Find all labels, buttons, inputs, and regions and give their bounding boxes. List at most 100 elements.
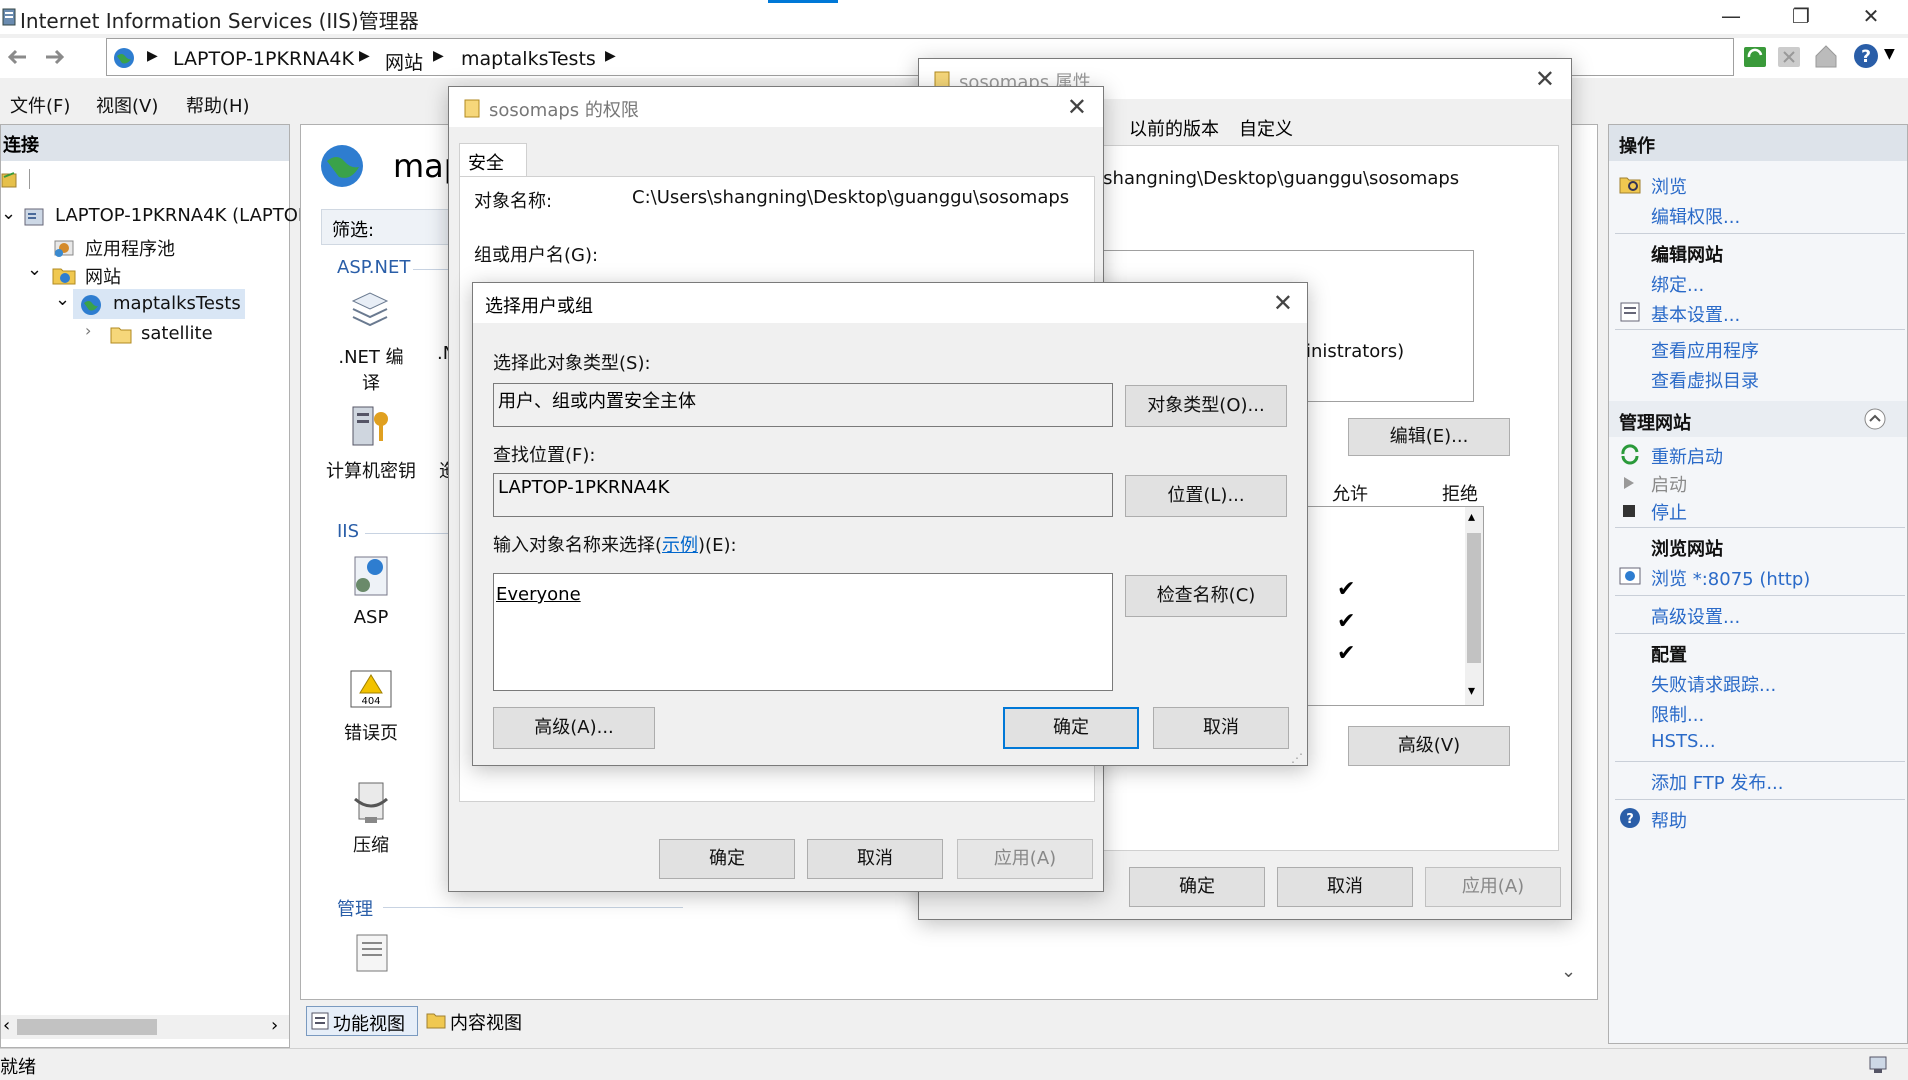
props-apply-button[interactable]: 应用(A)	[1425, 867, 1561, 907]
menu-view[interactable]: 视图(V)	[96, 92, 158, 118]
scroll-right-icon[interactable]: ›	[271, 1015, 278, 1036]
allow-check-1[interactable]: ✔	[1337, 577, 1355, 602]
help-dropdown-icon[interactable]: ▼	[1884, 46, 1895, 62]
tab-previous-versions[interactable]: 以前的版本	[1129, 115, 1219, 141]
action-edit-permissions[interactable]: 编辑权限...	[1651, 203, 1740, 229]
properties-close-icon[interactable]: ✕	[1535, 65, 1555, 93]
menu-help[interactable]: 帮助(H)	[186, 92, 250, 118]
scroll-down-icon[interactable]: ▾	[1468, 683, 1475, 699]
stop-icon[interactable]	[1776, 44, 1802, 70]
collapse-icon[interactable]	[1863, 407, 1887, 431]
edit-site-header: 编辑网站	[1651, 245, 1723, 266]
refresh-icon[interactable]	[1742, 44, 1768, 70]
select-ok-button[interactable]: 确定	[1003, 707, 1139, 749]
expand-site-icon[interactable]: ⌄	[55, 289, 70, 310]
action-hsts[interactable]: HSTS...	[1651, 731, 1716, 752]
action-advanced-settings[interactable]: 高级设置...	[1651, 603, 1740, 629]
help-icon[interactable]: ?	[1852, 42, 1880, 70]
select-advanced-button[interactable]: 高级(A)...	[493, 707, 655, 749]
select-close-icon[interactable]: ✕	[1273, 289, 1293, 317]
tab-features-view[interactable]: 功能视图	[306, 1006, 418, 1036]
resize-grip-icon[interactable]: ⋰	[1291, 751, 1303, 765]
action-browse-port[interactable]: 浏览 *:8075 (http)	[1651, 565, 1810, 591]
location-button[interactable]: 位置(L)...	[1125, 475, 1287, 517]
restore-button[interactable]: ❐	[1766, 0, 1836, 34]
section-manage[interactable]: 管理	[337, 895, 373, 921]
action-failed-trace[interactable]: 失败请求跟踪...	[1651, 671, 1776, 697]
scroll-left-icon[interactable]: ‹	[3, 1015, 10, 1036]
breadcrumb-server[interactable]: LAPTOP-1PKRNA4K	[173, 48, 354, 70]
action-limits[interactable]: 限制...	[1651, 701, 1704, 727]
close-window-button[interactable]: ✕	[1836, 0, 1906, 34]
tab-security[interactable]: 安全	[459, 143, 527, 177]
config-header: 配置	[1651, 645, 1687, 666]
object-names-input[interactable]: Everyone	[493, 573, 1113, 691]
expand-sites-icon[interactable]: ⌄	[27, 259, 42, 280]
perm-cancel-button[interactable]: 取消	[807, 839, 943, 879]
minimize-button[interactable]: —	[1696, 0, 1766, 34]
action-view-apps[interactable]: 查看应用程序	[1651, 337, 1759, 363]
browse-site-icon	[1619, 565, 1641, 587]
action-add-ftp[interactable]: 添加 FTP 发布...	[1651, 769, 1784, 795]
menu-file[interactable]: 文件(F)	[10, 92, 70, 118]
tree-server[interactable]: LAPTOP-1PKRNA4K (LAPTOP	[55, 205, 309, 226]
tab-custom[interactable]: 自定义	[1239, 115, 1293, 141]
perm-ok-button[interactable]: 确定	[659, 839, 795, 879]
feature-net-compile[interactable]: .NET 编译	[331, 343, 411, 395]
tree-site[interactable]: maptalksTests	[113, 293, 241, 314]
permissions-scrollbar[interactable]: ▴ ▾	[1465, 507, 1483, 705]
props-edit-button[interactable]: 编辑(E)...	[1348, 418, 1510, 456]
section-aspnet[interactable]: ASP.NET	[337, 257, 410, 278]
scroll-down-icon[interactable]: ⌄	[1561, 961, 1576, 982]
permissions-close-icon[interactable]: ✕	[1067, 93, 1087, 121]
tree-child[interactable]: satellite	[141, 323, 213, 344]
network-status-icon	[1868, 1055, 1890, 1075]
feature-machine-key[interactable]: 计算机密钥	[323, 457, 419, 483]
feature-asp[interactable]: ASP	[351, 607, 391, 628]
browse-folder-icon	[1619, 173, 1641, 195]
content-view-icon	[426, 1011, 446, 1029]
home-icon[interactable]	[1812, 42, 1840, 70]
scrollbar-thumb[interactable]	[17, 1019, 157, 1035]
action-restart[interactable]: 重新启动	[1651, 443, 1723, 469]
back-arrow-icon[interactable]	[2, 42, 32, 72]
expand-server-icon[interactable]: ⌄	[1, 203, 16, 224]
action-help[interactable]: 帮助	[1651, 807, 1687, 833]
compression-icon	[351, 779, 391, 825]
breadcrumb-site[interactable]: maptalksTests	[461, 48, 596, 70]
props-advanced-button[interactable]: 高级(V)	[1348, 726, 1510, 766]
feature-compression[interactable]: 压缩	[349, 831, 393, 857]
allow-check-2[interactable]: ✔	[1337, 609, 1355, 634]
object-names-value[interactable]: Everyone	[496, 584, 581, 605]
permissions-scroll-thumb[interactable]	[1467, 533, 1481, 663]
action-bindings[interactable]: 绑定...	[1651, 271, 1704, 297]
tree-app-pools[interactable]: 应用程序池	[85, 235, 175, 261]
allow-check-3[interactable]: ✔	[1337, 641, 1355, 666]
actions-header-bar: 操作	[1609, 125, 1907, 161]
iis-app-icon	[2, 8, 16, 26]
scroll-up-icon[interactable]: ▴	[1468, 509, 1475, 525]
action-basic-settings[interactable]: 基本设置...	[1651, 301, 1740, 327]
action-start[interactable]: 启动	[1651, 471, 1687, 497]
actions-header: 操作	[1619, 136, 1655, 157]
tree-sites[interactable]: 网站	[85, 263, 121, 289]
select-cancel-button[interactable]: 取消	[1153, 707, 1289, 749]
object-type-button[interactable]: 对象类型(O)...	[1125, 385, 1287, 427]
action-stop[interactable]: 停止	[1651, 499, 1687, 525]
examples-link[interactable]: 示例	[662, 535, 698, 556]
expand-child-icon[interactable]: ›	[85, 321, 91, 340]
object-type-label: 选择此对象类型(S):	[493, 353, 651, 374]
check-names-button[interactable]: 检查名称(C)	[1125, 575, 1287, 617]
tab-content-view[interactable]: 内容视图	[424, 1006, 534, 1036]
breadcrumb-sites[interactable]: 网站	[385, 48, 423, 75]
props-ok-button[interactable]: 确定	[1129, 867, 1265, 907]
connect-icon[interactable]	[1, 169, 19, 189]
left-horizontal-scrollbar[interactable]: ‹ ›	[1, 1015, 289, 1039]
action-browse[interactable]: 浏览	[1651, 173, 1687, 199]
forward-arrow-icon[interactable]	[40, 42, 70, 72]
props-cancel-button[interactable]: 取消	[1277, 867, 1413, 907]
action-view-vdirs[interactable]: 查看虚拟目录	[1651, 367, 1759, 393]
feature-error-pages[interactable]: 错误页	[341, 719, 401, 745]
section-iis[interactable]: IIS	[337, 521, 359, 542]
perm-apply-button[interactable]: 应用(A)	[957, 839, 1093, 879]
